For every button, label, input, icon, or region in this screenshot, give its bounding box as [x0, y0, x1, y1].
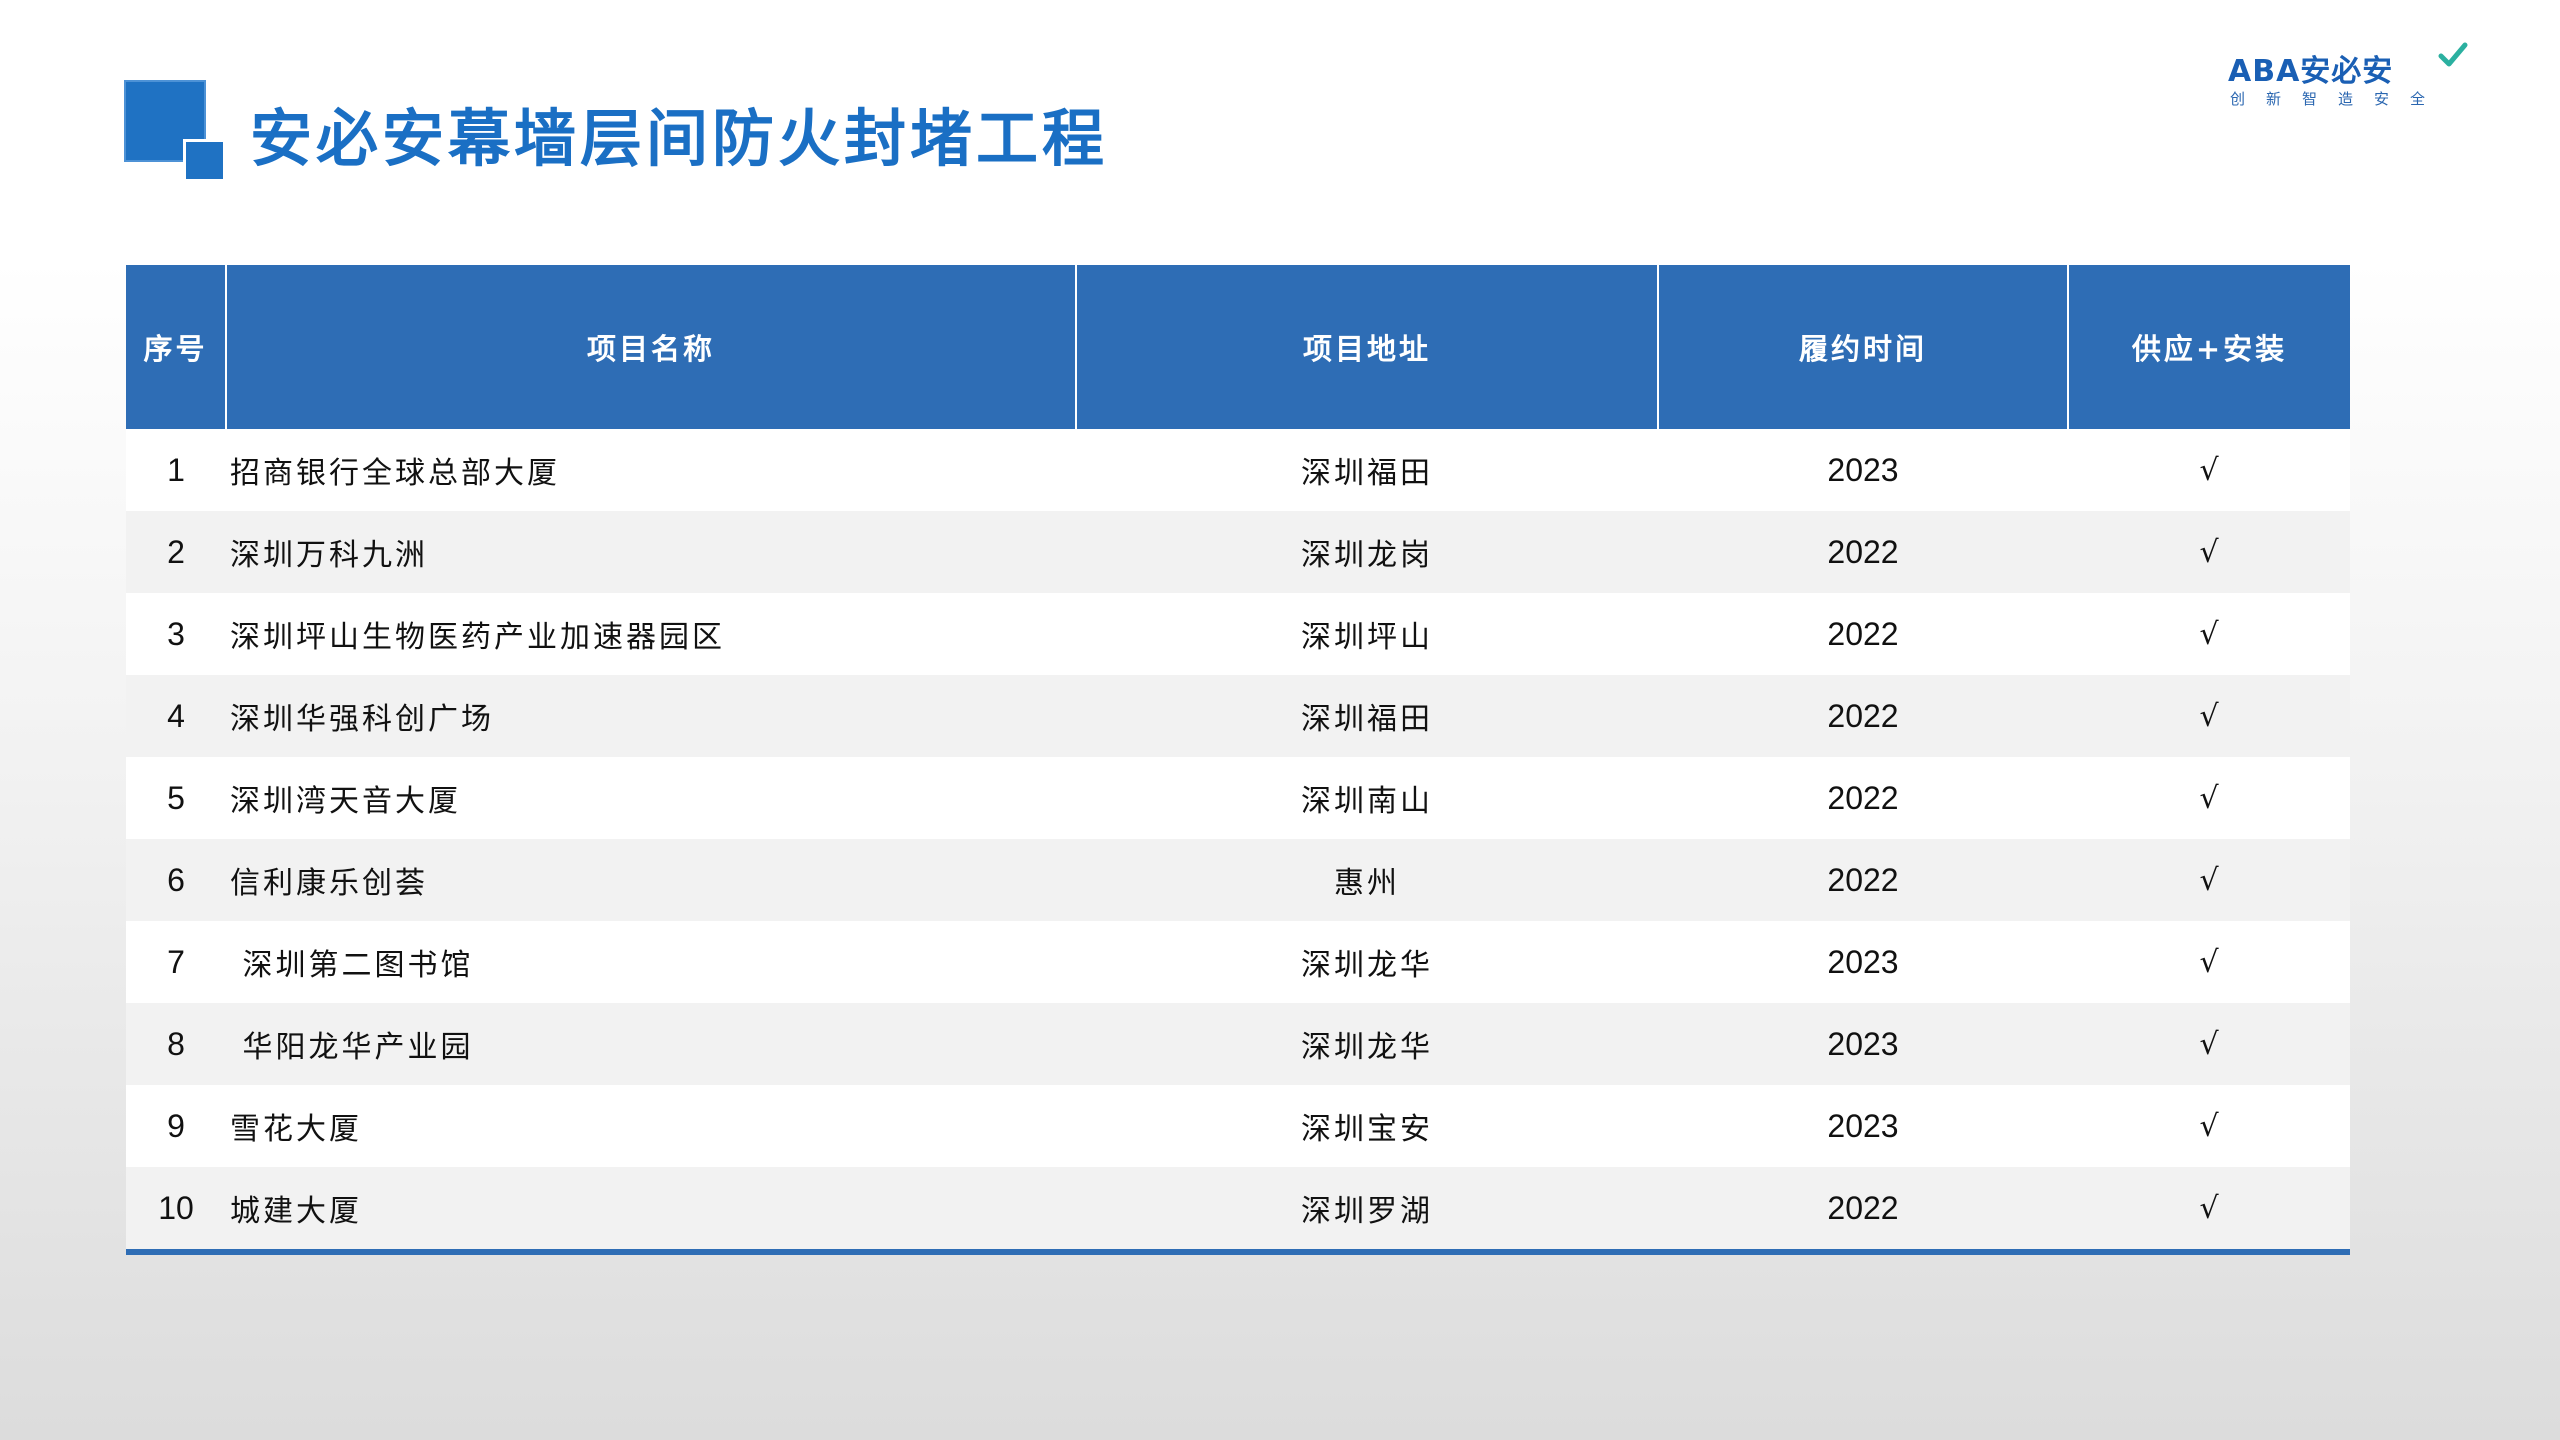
- page-title: 安必安幕墙层间防火封堵工程: [250, 102, 1109, 175]
- cell-address: 惠州: [1076, 839, 1658, 921]
- cell-project-name: 信利康乐创荟: [226, 839, 1076, 921]
- cell-address: 深圳南山: [1076, 757, 1658, 839]
- table-row: 1 招商银行全球总部大厦 深圳福田 2023 √: [126, 429, 2350, 511]
- cell-project-name: 深圳湾天音大厦: [226, 757, 1076, 839]
- cell-check: √: [2068, 429, 2350, 511]
- column-header-no: 序号: [126, 265, 227, 429]
- table-row: 9 雪花大厦 深圳宝安 2023 √: [126, 1085, 2350, 1167]
- column-header-time: 履约时间: [1657, 265, 2069, 429]
- table-row: 6 信利康乐创荟 惠州 2022 √: [126, 839, 2350, 921]
- cell-no: 7: [126, 921, 226, 1003]
- cell-year: 2023: [1658, 921, 2068, 1003]
- logo-slogan: 创新智造安全: [2230, 90, 2447, 108]
- cell-check: √: [2068, 675, 2350, 757]
- cell-year: 2022: [1658, 757, 2068, 839]
- cell-check: √: [2068, 1003, 2350, 1085]
- cell-project-name: 雪花大厦: [226, 1085, 1076, 1167]
- cell-check: √: [2068, 1167, 2350, 1255]
- cell-no: 10: [126, 1167, 226, 1255]
- cell-project-name: 深圳坪山生物医药产业加速器园区: [226, 593, 1076, 675]
- cell-check: √: [2068, 511, 2350, 593]
- table-row: 3 深圳坪山生物医药产业加速器园区 深圳坪山 2022 √: [126, 593, 2350, 675]
- cell-check: √: [2068, 757, 2350, 839]
- cell-year: 2022: [1658, 511, 2068, 593]
- decorative-square-small: [183, 139, 226, 182]
- project-table: 序号 项目名称 项目地址 履约时间 供应+安装 1 招商银行全球总部大厦 深圳福…: [126, 265, 2350, 1255]
- cell-year: 2022: [1658, 675, 2068, 757]
- logo-brand: ABA安必安: [2228, 54, 2394, 89]
- logo-check-icon: [2438, 42, 2468, 67]
- company-logo: ABA安必安 创新智造安全: [2228, 42, 2468, 112]
- cell-project-name: 城建大厦: [226, 1167, 1076, 1255]
- cell-no: 8: [126, 1003, 226, 1085]
- cell-address: 深圳罗湖: [1076, 1167, 1658, 1255]
- table-row: 4 深圳华强科创广场 深圳福田 2022 √: [126, 675, 2350, 757]
- cell-check: √: [2068, 921, 2350, 1003]
- cell-address: 深圳龙华: [1076, 921, 1658, 1003]
- cell-no: 5: [126, 757, 226, 839]
- column-header-address: 项目地址: [1075, 265, 1659, 429]
- cell-check: √: [2068, 593, 2350, 675]
- cell-project-name: 招商银行全球总部大厦: [226, 429, 1076, 511]
- cell-no: 2: [126, 511, 226, 593]
- cell-no: 1: [126, 429, 226, 511]
- cell-no: 4: [126, 675, 226, 757]
- cell-address: 深圳龙岗: [1076, 511, 1658, 593]
- cell-no: 6: [126, 839, 226, 921]
- table-row: 7 深圳第二图书馆 深圳龙华 2023 √: [126, 921, 2350, 1003]
- cell-address: 深圳福田: [1076, 675, 1658, 757]
- cell-project-name: 深圳万科九洲: [226, 511, 1076, 593]
- cell-no: 9: [126, 1085, 226, 1167]
- cell-check: √: [2068, 1085, 2350, 1167]
- table-header-row: 序号 项目名称 项目地址 履约时间 供应+安装: [126, 265, 2350, 429]
- cell-address: 深圳龙华: [1076, 1003, 1658, 1085]
- table-row: 10 城建大厦 深圳罗湖 2022 √: [126, 1167, 2350, 1255]
- cell-check: √: [2068, 839, 2350, 921]
- cell-project-name: 深圳华强科创广场: [226, 675, 1076, 757]
- cell-project-name: 深圳第二图书馆: [226, 921, 1076, 1003]
- column-header-supply-install: 供应+安装: [2067, 265, 2350, 429]
- table-row: 5 深圳湾天音大厦 深圳南山 2022 √: [126, 757, 2350, 839]
- cell-year: 2022: [1658, 593, 2068, 675]
- cell-year: 2023: [1658, 429, 2068, 511]
- cell-year: 2023: [1658, 1003, 2068, 1085]
- project-table-container: 序号 项目名称 项目地址 履约时间 供应+安装 1 招商银行全球总部大厦 深圳福…: [126, 265, 2350, 1255]
- column-header-name: 项目名称: [225, 265, 1077, 429]
- table-row: 2 深圳万科九洲 深圳龙岗 2022 √: [126, 511, 2350, 593]
- cell-project-name: 华阳龙华产业园: [226, 1003, 1076, 1085]
- cell-year: 2022: [1658, 1167, 2068, 1255]
- cell-address: 深圳坪山: [1076, 593, 1658, 675]
- cell-address: 深圳福田: [1076, 429, 1658, 511]
- cell-year: 2022: [1658, 839, 2068, 921]
- cell-year: 2023: [1658, 1085, 2068, 1167]
- cell-no: 3: [126, 593, 226, 675]
- cell-address: 深圳宝安: [1076, 1085, 1658, 1167]
- table-row: 8 华阳龙华产业园 深圳龙华 2023 √: [126, 1003, 2350, 1085]
